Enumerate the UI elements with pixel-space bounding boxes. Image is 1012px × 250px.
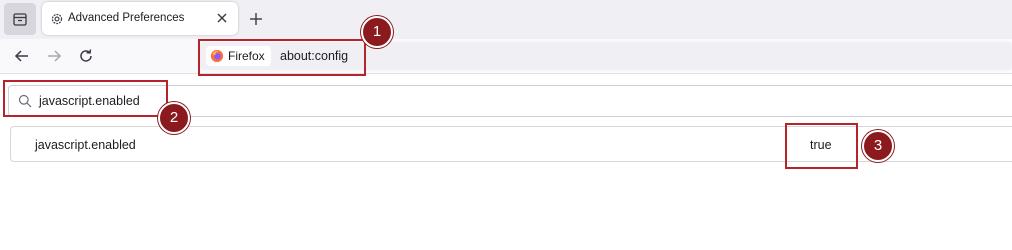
back-button[interactable] xyxy=(10,44,34,68)
forward-arrow-icon xyxy=(48,50,62,62)
callout-box-url xyxy=(198,39,366,76)
tab-strip: Advanced Preferences xyxy=(0,0,1012,39)
callout-badge-1: 1 xyxy=(361,16,393,48)
callout-box-search xyxy=(3,80,168,117)
forward-button[interactable] xyxy=(42,44,66,68)
tab-title: Advanced Preferences xyxy=(68,12,185,24)
tab-advanced-preferences[interactable]: Advanced Preferences xyxy=(42,2,238,35)
reload-button[interactable] xyxy=(74,44,98,68)
reload-icon xyxy=(80,49,92,62)
callout-badge-3: 3 xyxy=(862,130,894,162)
back-arrow-icon xyxy=(14,50,28,62)
settings-gear-icon xyxy=(51,13,63,25)
close-icon[interactable] xyxy=(212,8,232,28)
navigation-bar: Firefox about:config xyxy=(0,39,1012,74)
callout-box-value xyxy=(785,123,858,169)
callout-badge-2: 2 xyxy=(158,102,190,134)
new-tab-button[interactable] xyxy=(244,7,268,31)
plus-icon xyxy=(250,13,262,25)
list-all-tabs-button[interactable] xyxy=(4,3,36,35)
preference-name: javascript.enabled xyxy=(35,138,136,152)
list-all-tabs-icon xyxy=(13,13,27,26)
